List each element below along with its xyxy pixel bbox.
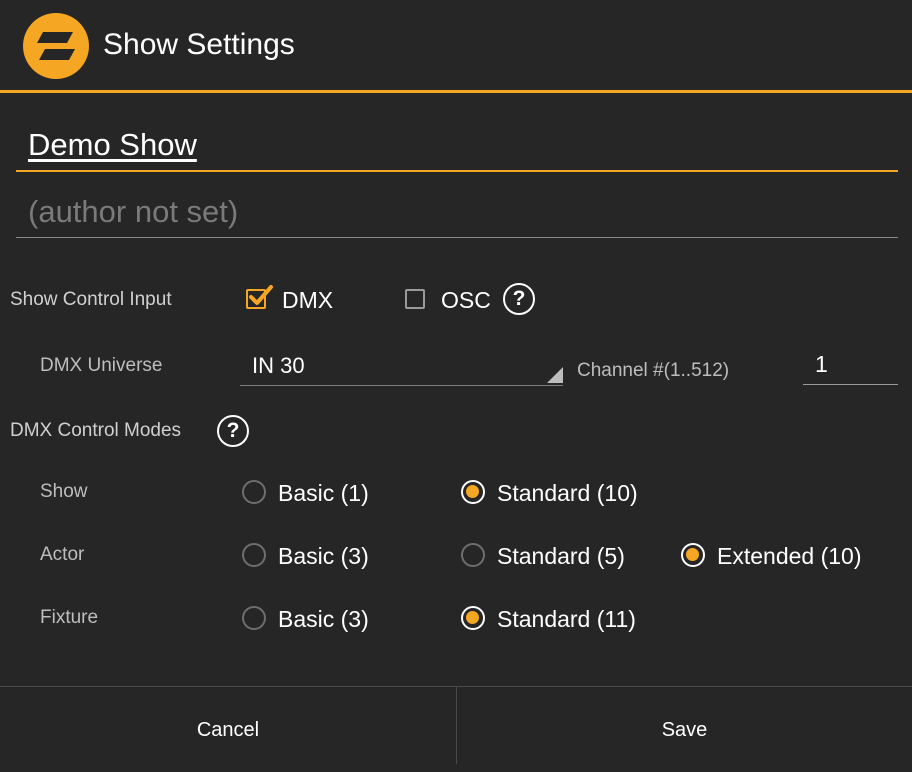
radio-label[interactable]: Standard (5)	[497, 543, 625, 570]
osc-checkbox-label[interactable]: OSC	[441, 287, 491, 314]
channel-field[interactable]	[803, 347, 910, 385]
radio-label[interactable]: Basic (1)	[278, 480, 369, 507]
radio-actor-basic[interactable]	[242, 543, 266, 567]
help-icon[interactable]: ?	[503, 283, 535, 315]
radio-label[interactable]: Basic (3)	[278, 543, 369, 570]
mode-row-label-fixture: Fixture	[40, 607, 99, 628]
mode-row-label-actor: Actor	[40, 544, 85, 565]
radio-show-basic[interactable]	[242, 480, 266, 504]
radio-actor-standard[interactable]	[461, 543, 485, 567]
help-icon[interactable]: ?	[217, 415, 249, 447]
radio-fixture-basic[interactable]	[242, 606, 266, 630]
cancel-button[interactable]: Cancel	[0, 687, 456, 763]
radio-label[interactable]: Standard (11)	[497, 606, 636, 633]
osc-checkbox[interactable]	[405, 289, 425, 309]
show-control-input-label: Show Control Input	[10, 289, 172, 310]
author-input[interactable]	[16, 188, 910, 236]
dropdown-arrow-icon	[547, 367, 563, 383]
dialog-footer: Cancel Save	[0, 686, 912, 764]
save-button[interactable]: Save	[457, 687, 912, 763]
radio-label[interactable]: Basic (3)	[278, 606, 369, 633]
radio-label[interactable]: Standard (10)	[497, 480, 638, 507]
channel-input[interactable]	[803, 347, 910, 381]
dialog-titlebar: Show Settings	[0, 0, 912, 93]
checkmark-icon	[249, 285, 273, 305]
dmx-universe-value: IN 30	[252, 353, 305, 378]
radio-actor-extended[interactable]	[681, 543, 705, 567]
radio-label[interactable]: Extended (10)	[717, 543, 861, 570]
show-name-input[interactable]	[16, 120, 910, 170]
mode-row-label-show: Show	[40, 481, 88, 502]
dmx-checkbox[interactable]	[246, 285, 273, 309]
dmx-control-modes-label: DMX Control Modes	[10, 420, 182, 441]
channel-label: Channel #(1..512)	[577, 360, 730, 381]
radio-fixture-standard[interactable]	[461, 606, 485, 630]
dmx-universe-dropdown[interactable]: IN 30	[240, 348, 563, 386]
dmx-checkbox-label[interactable]: DMX	[282, 287, 333, 314]
lightning-logo-icon	[23, 13, 89, 79]
radio-show-standard[interactable]	[461, 480, 485, 504]
dmx-universe-label: DMX Universe	[40, 355, 163, 376]
dialog-title: Show Settings	[103, 28, 295, 61]
author-field[interactable]	[16, 188, 910, 238]
show-name-field[interactable]	[16, 120, 910, 172]
